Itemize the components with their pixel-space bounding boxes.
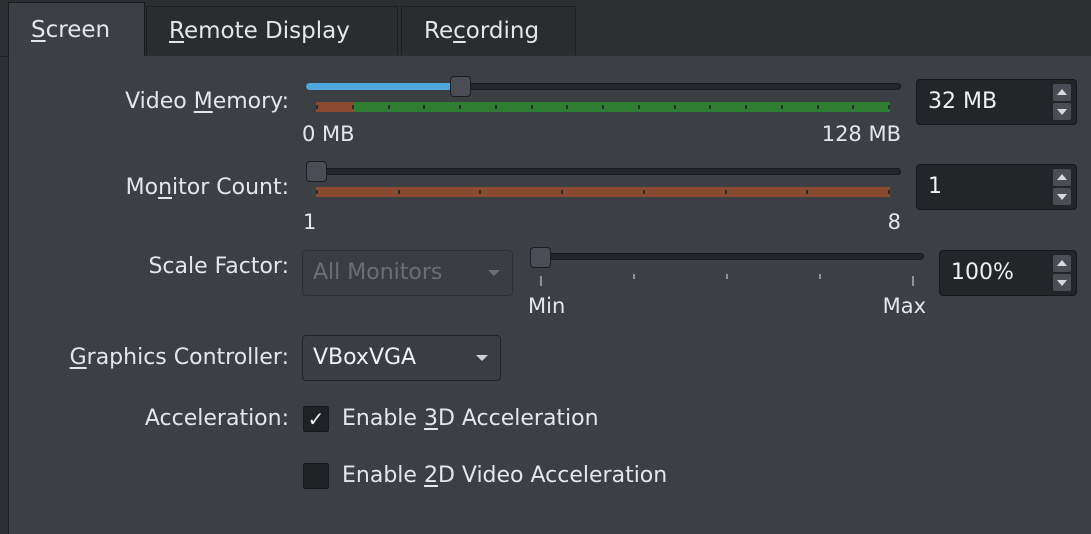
video-memory-range-bar (316, 102, 890, 112)
tab-recording[interactable]: Recording (401, 6, 576, 55)
monitor-count-tick (397, 190, 400, 194)
scale-factor-combo-value: All Monitors (313, 260, 443, 285)
video-memory-value: 32 MB (928, 89, 998, 114)
spin-down-arrow-icon[interactable] (1053, 274, 1071, 291)
scale-factor-tick (540, 276, 542, 286)
video-memory-tick (637, 105, 640, 109)
scale-factor-max-label: Max (882, 294, 926, 318)
spin-up-arrow-icon[interactable] (1053, 169, 1071, 186)
video-memory-slider-fill (306, 83, 460, 90)
monitor-count-range-bar (316, 187, 890, 197)
scale-factor-tick (912, 276, 914, 286)
spin-down-arrow-icon[interactable] (1053, 188, 1071, 205)
scale-factor-tick (726, 274, 728, 279)
chevron-down-icon (476, 355, 488, 361)
video-memory-tick (387, 105, 390, 109)
scale-factor-spinbox[interactable]: 100% (939, 250, 1077, 296)
video-memory-tick (673, 105, 676, 109)
monitor-count-tick (888, 190, 890, 194)
video-memory-tick (888, 105, 890, 109)
video-memory-slider[interactable] (306, 83, 901, 90)
video-memory-tick (351, 105, 354, 109)
graphics-controller-combo[interactable]: VBoxVGA (302, 335, 501, 381)
scale-factor-tick (633, 274, 635, 279)
monitor-count-tick (642, 190, 645, 194)
video-memory-tick (745, 105, 747, 109)
monitor-count-max-label: 8 (887, 210, 901, 234)
video-memory-tick (816, 105, 819, 109)
video-memory-tick (852, 105, 855, 109)
monitor-count-min-label: 1 (303, 210, 317, 234)
enable-3d-acceleration-checkbox[interactable]: ✓ (303, 406, 329, 432)
acceleration-label: Acceleration: (144, 406, 289, 431)
scale-factor-slider-handle[interactable] (530, 247, 551, 268)
video-memory-tick (316, 105, 318, 109)
monitor-count-tick (806, 190, 809, 194)
video-memory-slider-handle[interactable] (449, 76, 471, 97)
monitor-count-tick (561, 190, 564, 194)
video-memory-tick (530, 105, 533, 109)
video-memory-tick (423, 105, 426, 109)
scale-factor-label: Scale Factor: (148, 254, 289, 279)
chevron-down-icon (488, 270, 500, 276)
monitor-count-tick (724, 190, 727, 194)
checkmark-icon: ✓ (307, 407, 325, 431)
scale-factor-min-label: Min (528, 294, 566, 318)
scale-factor-monitor-combo[interactable]: All Monitors (302, 250, 513, 296)
monitor-count-tick (316, 190, 318, 194)
graphics-controller-value: VBoxVGA (313, 345, 417, 370)
monitor-count-slider-handle[interactable] (306, 161, 327, 182)
monitor-count-tick (479, 190, 482, 194)
spin-up-arrow-icon[interactable] (1053, 255, 1071, 272)
tab-bar: Screen Remote Display Recording (0, 0, 1091, 57)
video-memory-max-label: 128 MB (821, 122, 901, 146)
video-memory-tick (494, 105, 497, 109)
scale-factor-spin-arrows[interactable] (1053, 255, 1071, 291)
enable-2d-video-acceleration-checkbox[interactable] (303, 463, 329, 489)
video-memory-min-label: 0 MB (302, 122, 355, 146)
monitor-count-spinbox[interactable]: 1 (916, 164, 1077, 210)
video-memory-tick (602, 105, 604, 109)
tab-remote-display[interactable]: Remote Display (146, 6, 398, 55)
spin-down-arrow-icon[interactable] (1053, 103, 1071, 120)
scale-factor-tick (819, 274, 821, 279)
video-memory-recommended-range (354, 102, 890, 112)
monitor-count-value: 1 (928, 174, 942, 199)
video-memory-spin-arrows[interactable] (1053, 84, 1071, 120)
monitor-count-slider[interactable] (306, 168, 901, 175)
video-memory-tick (566, 105, 569, 109)
video-memory-tick (459, 105, 461, 109)
video-memory-tick (780, 105, 783, 109)
graphics-controller-label: Graphics Controller: (69, 345, 289, 370)
video-memory-tick (709, 105, 712, 109)
scale-factor-slider[interactable] (530, 253, 924, 260)
monitor-count-label: Monitor Count: (125, 175, 289, 200)
spin-up-arrow-icon[interactable] (1053, 84, 1071, 101)
tab-screen[interactable]: Screen (8, 2, 145, 56)
monitor-count-spin-arrows[interactable] (1053, 169, 1071, 205)
enable-3d-acceleration-label[interactable]: Enable 3D Acceleration (342, 405, 599, 433)
video-memory-spinbox[interactable]: 32 MB (916, 79, 1077, 125)
enable-2d-video-acceleration-label[interactable]: Enable 2D Video Acceleration (342, 462, 667, 490)
scale-factor-value: 100% (951, 260, 1014, 285)
video-memory-label: Video Memory: (125, 89, 289, 114)
